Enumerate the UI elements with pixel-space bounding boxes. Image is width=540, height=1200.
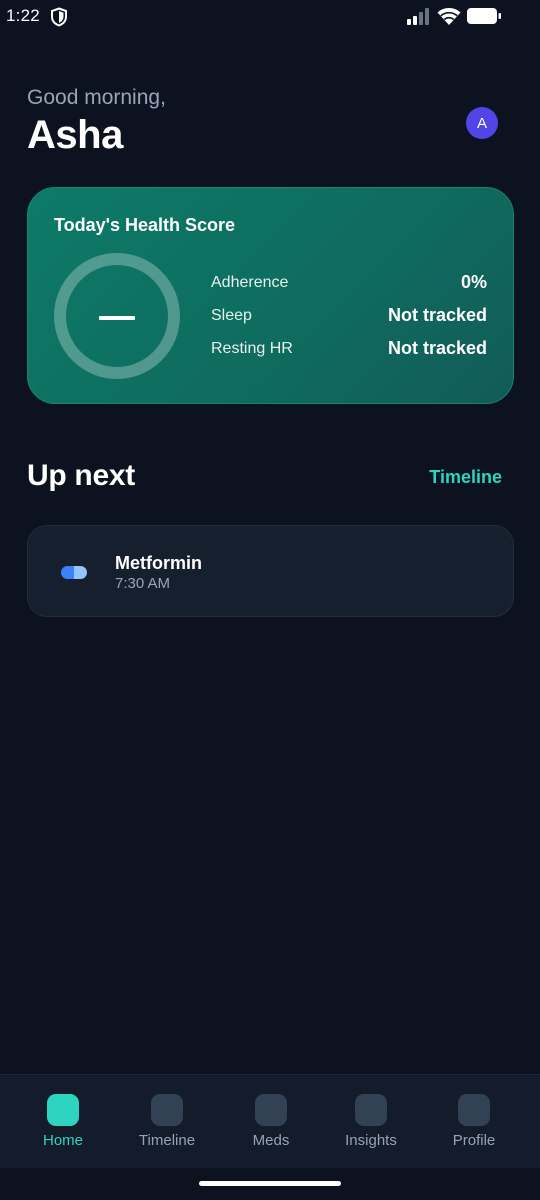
nav-item-profile[interactable]: Profile — [424, 1075, 524, 1169]
metric-value-resting-hr: Not tracked — [387, 338, 487, 358]
score-placeholder-dash — [99, 316, 135, 320]
metric-value-adherence: 0% — [460, 272, 487, 292]
wifi-icon — [437, 8, 461, 25]
nav-item-timeline[interactable]: Timeline — [117, 1075, 217, 1169]
shield-icon — [51, 7, 67, 27]
battery-icon — [467, 8, 501, 24]
health-score-title: Today's Health Score — [54, 215, 236, 235]
pill-icon — [61, 566, 87, 579]
metric-label-resting-hr: Resting HR — [211, 340, 293, 357]
nav-label-timeline: Timeline — [138, 1132, 196, 1149]
user-name: Asha — [27, 113, 123, 157]
signal-icon — [407, 8, 429, 25]
home-icon — [47, 1094, 79, 1126]
status-bar: 1:22 — [0, 0, 540, 34]
bottom-nav: Home Timeline Meds Insights Profile — [0, 1074, 540, 1168]
nav-item-home[interactable]: Home — [13, 1075, 113, 1169]
nav-label-profile: Profile — [452, 1132, 496, 1149]
metric-label-adherence: Adherence — [211, 274, 289, 291]
nav-item-insights[interactable]: Insights — [321, 1075, 421, 1169]
metric-value-sleep: Not tracked — [387, 305, 487, 325]
medication-name: Metformin — [115, 553, 202, 573]
nav-label-insights: Insights — [345, 1132, 397, 1149]
status-time: 1:22 — [6, 6, 40, 25]
insights-icon — [355, 1094, 387, 1126]
home-indicator[interactable] — [199, 1181, 341, 1186]
nav-item-meds[interactable]: Meds — [221, 1075, 321, 1169]
health-score-card[interactable]: Today's Health Score Adherence 0% Sleep … — [27, 187, 514, 404]
home-screen: 1:22 Good morning, Asha A Today's Health… — [0, 0, 540, 1200]
up-next-title: Up next — [27, 459, 135, 492]
nav-label-meds: Meds — [252, 1132, 290, 1149]
timeline-link[interactable]: Timeline — [429, 467, 502, 488]
greeting-text: Good morning, — [27, 86, 166, 109]
medication-card[interactable]: Metformin 7:30 AM — [27, 525, 514, 617]
avatar[interactable]: A — [466, 107, 498, 139]
metric-label-sleep: Sleep — [211, 307, 252, 324]
timeline-icon — [151, 1094, 183, 1126]
profile-icon — [458, 1094, 490, 1126]
medication-time: 7:30 AM — [115, 575, 171, 592]
meds-icon — [255, 1094, 287, 1126]
nav-label-home: Home — [42, 1132, 83, 1149]
